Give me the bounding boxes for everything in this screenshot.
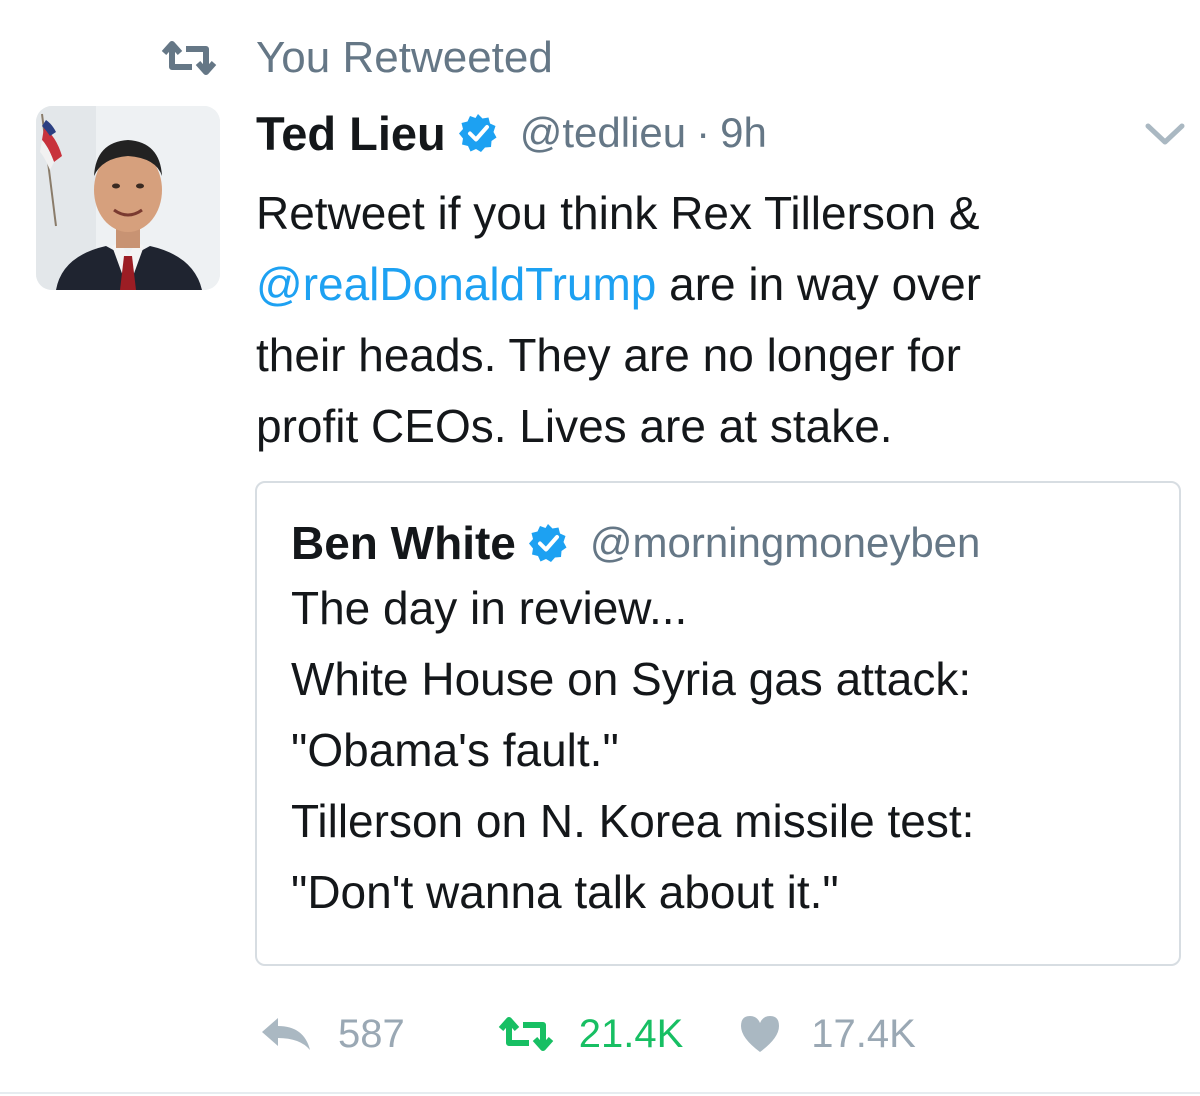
divider: [0, 1092, 1200, 1094]
tweet-text-line: @realDonaldTrump are in way over: [256, 249, 1156, 320]
timestamp[interactable]: 9h: [720, 109, 767, 157]
quoted-author-handle: @morningmoneyben: [589, 519, 981, 566]
reply-icon: [262, 1018, 310, 1050]
mention-link[interactable]: @realDonaldTrump: [256, 258, 656, 310]
verified-badge-icon: [528, 524, 567, 562]
reply-count: 587: [338, 1011, 405, 1056]
quoted-tweet-header: Ben White @morningmoneyben: [291, 513, 980, 573]
retweet-count: 21.4K: [578, 1011, 684, 1056]
quoted-author-name: Ben White: [291, 517, 516, 569]
author-handle[interactable]: @tedlieu: [520, 109, 686, 157]
tweet-text: Retweet if you think Rex Tillerson & @re…: [256, 178, 1156, 462]
quoted-text-line: White House on Syria gas attack:: [291, 653, 972, 705]
like-button[interactable]: 17.4K: [739, 1012, 916, 1057]
retweet-icon: [161, 41, 217, 75]
retweet-context: You Retweeted: [160, 28, 553, 88]
separator: ·: [696, 109, 711, 156]
quoted-text-line: Tillerson on N. Korea missile test:: [291, 795, 975, 847]
verified-badge-icon: [458, 114, 497, 152]
tweet[interactable]: You Retweeted Ted Lieu @tedlieu · 9h Ret…: [0, 0, 1200, 1096]
avatar-photo: [36, 106, 220, 290]
author-name[interactable]: Ted Lieu: [256, 106, 446, 161]
tweet-text-line: profit CEOs. Lives are at stake.: [256, 400, 893, 452]
like-count: 17.4K: [811, 1011, 916, 1056]
tweet-text-fragment: are in way over: [656, 258, 982, 310]
retweet-context-label: You Retweeted: [256, 33, 553, 82]
chevron-down-icon[interactable]: [1144, 118, 1186, 150]
quoted-text-line: The day in review...: [291, 582, 688, 634]
tweet-actions: 587 21.4K 17.4K: [258, 1004, 916, 1064]
tweet-text-line: Retweet if you think Rex Tillerson &: [256, 187, 980, 239]
heart-icon: [741, 1016, 780, 1052]
quoted-text-line: "Obama's fault.": [291, 724, 619, 776]
quoted-tweet-text: The day in review... White House on Syri…: [291, 573, 974, 928]
quoted-text-line: "Don't wanna talk about it.": [291, 866, 839, 918]
avatar[interactable]: [36, 106, 220, 290]
tweet-header: Ted Lieu @tedlieu · 9h: [256, 100, 767, 166]
retweet-icon: [498, 1017, 553, 1051]
reply-button[interactable]: 587: [258, 1012, 405, 1057]
quoted-tweet[interactable]: Ben White @morningmoneyben The day in re…: [255, 481, 1181, 966]
retweet-button[interactable]: 21.4K: [497, 1011, 684, 1057]
tweet-text-line: their heads. They are no longer for: [256, 329, 961, 381]
